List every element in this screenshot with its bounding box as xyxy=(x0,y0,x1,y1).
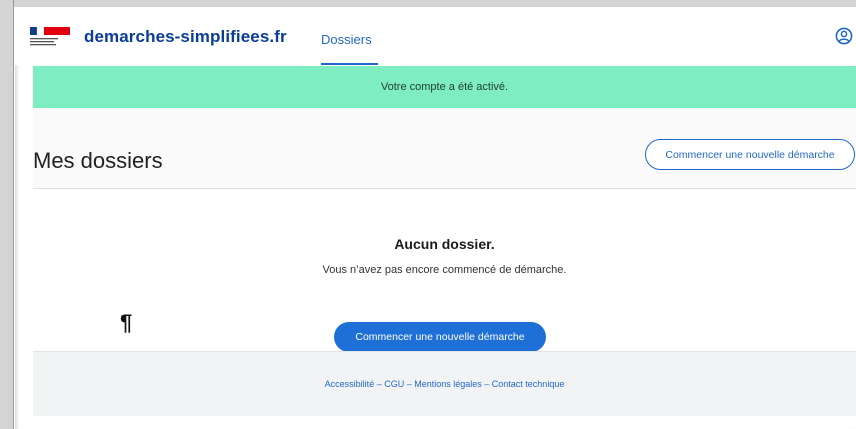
window-frame-top xyxy=(0,0,856,7)
footer-separator: – xyxy=(404,379,415,389)
footer-link-accessibilite[interactable]: Accessibilité xyxy=(325,379,375,389)
pilcrow-mark: ¶ xyxy=(120,310,133,335)
site-header: demarches-simplifiees.fr Dossiers xyxy=(15,7,856,65)
page: demarches-simplifiees.fr Dossiers Votre … xyxy=(15,7,856,429)
footer-link-contact-technique[interactable]: Contact technique xyxy=(492,379,565,389)
footer-separator: – xyxy=(374,379,385,389)
user-circle-icon[interactable] xyxy=(835,27,853,45)
empty-state-text: Vous n’avez pas encore commencé de démar… xyxy=(322,264,567,276)
page-title: Mes dossiers xyxy=(33,148,163,173)
footer-separator: – xyxy=(481,379,492,389)
window-frame-left xyxy=(0,0,14,429)
page-header-section: Mes dossiers Commencer une nouvelle déma… xyxy=(33,108,856,189)
site-footer: Accessibilité – CGU – Mentions légales –… xyxy=(33,351,856,416)
footer-link-mentions-legales[interactable]: Mentions légales xyxy=(414,379,482,389)
brand-title[interactable]: demarches-simplifiees.fr xyxy=(84,27,287,47)
flash-message: Votre compte a été activé. xyxy=(33,66,856,108)
footer-links: Accessibilité – CGU – Mentions légales –… xyxy=(33,379,856,389)
empty-state-title: Aucun dossier. xyxy=(394,236,495,252)
tab-dossiers[interactable]: Dossiers xyxy=(321,32,372,47)
footer-link-cgu[interactable]: CGU xyxy=(384,379,404,389)
start-procedure-button[interactable]: Commencer une nouvelle démarche xyxy=(334,322,546,352)
new-procedure-button[interactable]: Commencer une nouvelle démarche xyxy=(645,139,855,170)
republique-francaise-logo[interactable] xyxy=(28,24,72,52)
active-tab-indicator xyxy=(321,63,378,65)
